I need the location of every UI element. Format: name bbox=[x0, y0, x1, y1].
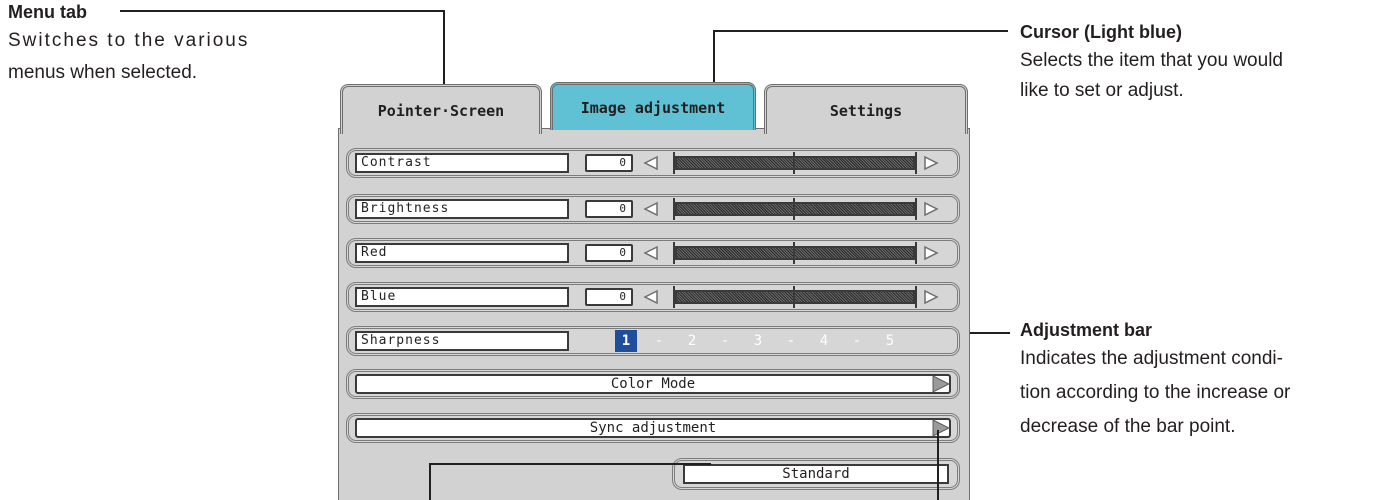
cursor-callout: Cursor (Light blue) Selects the item tha… bbox=[1020, 20, 1380, 104]
menu-tab-callout-line-2: menus when selected. bbox=[8, 62, 198, 83]
adjustment-bar-callout-line-1: Indicates the adjustment condi- bbox=[1020, 348, 1283, 369]
sharpness-separator: - bbox=[654, 333, 664, 349]
brightness-increase-icon[interactable] bbox=[923, 201, 939, 217]
color-mode-label: Color Mode bbox=[610, 376, 696, 392]
contrast-increase-icon[interactable] bbox=[923, 155, 939, 171]
sharpness-row[interactable]: Sharpness 1 - 2 - 3 - 4 - 5 bbox=[346, 326, 960, 356]
contrast-row[interactable]: Contrast 0 bbox=[346, 148, 960, 178]
menu-tab-callout-line-1: Switches to the various bbox=[8, 30, 250, 51]
tab-image-adjustment-label: Image adjustment bbox=[580, 98, 726, 117]
brightness-label: Brightness bbox=[355, 199, 569, 219]
sharpness-option-2[interactable]: 2 bbox=[681, 330, 703, 352]
sharpness-separator: - bbox=[786, 333, 796, 349]
color-mode-row[interactable]: Color Mode bbox=[346, 369, 960, 399]
contrast-label: Contrast bbox=[355, 153, 569, 173]
menu-tab-callout-title: Menu tab bbox=[8, 2, 87, 22]
red-row[interactable]: Red 0 bbox=[346, 238, 960, 268]
brightness-value: 0 bbox=[585, 200, 633, 218]
adjustment-bar-callout-line-3: decrease of the bar point. bbox=[1020, 416, 1236, 437]
blue-value: 0 bbox=[585, 288, 633, 306]
cursor-callout-line-2: like to set or adjust. bbox=[1020, 80, 1184, 101]
blue-decrease-icon[interactable] bbox=[643, 289, 659, 305]
sync-adjustment-label: Sync adjustment bbox=[589, 420, 717, 436]
sharpness-options: 1 - 2 - 3 - 4 - 5 bbox=[615, 330, 901, 352]
menu-tab-callout: Menu tab Switches to the various menus w… bbox=[8, 0, 308, 88]
adjustment-bar-callout-line-2: tion according to the increase or bbox=[1020, 382, 1291, 403]
sharpness-option-1[interactable]: 1 bbox=[615, 330, 637, 352]
blue-row[interactable]: Blue 0 bbox=[346, 282, 960, 312]
color-mode-arrow-icon bbox=[932, 375, 950, 393]
blue-label: Blue bbox=[355, 287, 569, 307]
red-value: 0 bbox=[585, 244, 633, 262]
standard-label: Standard bbox=[683, 464, 949, 484]
red-increase-icon[interactable] bbox=[923, 245, 939, 261]
color-mode-button[interactable]: Color Mode bbox=[355, 374, 951, 394]
tab-settings[interactable]: Settings bbox=[764, 84, 968, 134]
bottom-leader-left-h bbox=[429, 463, 711, 465]
sharpness-separator: - bbox=[720, 333, 730, 349]
tab-image-adjustment[interactable]: Image adjustment bbox=[550, 82, 756, 130]
brightness-decrease-icon[interactable] bbox=[643, 201, 659, 217]
bottom-leader-left-v bbox=[429, 463, 431, 500]
menu-tab-leader-v bbox=[443, 10, 445, 88]
image-adjustment-panel bbox=[338, 128, 970, 500]
bottom-leader-right-v bbox=[937, 430, 939, 500]
tab-pointer-screen-label: Pointer·Screen bbox=[377, 101, 505, 120]
menu-tab-leader-h bbox=[120, 10, 445, 12]
sharpness-option-5[interactable]: 5 bbox=[879, 330, 901, 352]
contrast-value: 0 bbox=[585, 154, 633, 172]
adjustment-bar-callout-title: Adjustment bar bbox=[1020, 320, 1153, 340]
tab-pointer-screen[interactable]: Pointer·Screen bbox=[340, 84, 542, 134]
sync-adjustment-arrow-icon bbox=[932, 419, 950, 437]
contrast-decrease-icon[interactable] bbox=[643, 155, 659, 171]
cursor-callout-title: Cursor (Light blue) bbox=[1020, 22, 1182, 42]
sync-adjustment-row[interactable]: Sync adjustment bbox=[346, 413, 960, 443]
red-label: Red bbox=[355, 243, 569, 263]
blue-increase-icon[interactable] bbox=[923, 289, 939, 305]
sharpness-label: Sharpness bbox=[355, 331, 569, 351]
sharpness-separator: - bbox=[852, 333, 862, 349]
cursor-callout-line-1: Selects the item that you would bbox=[1020, 50, 1283, 71]
sharpness-option-4[interactable]: 4 bbox=[813, 330, 835, 352]
red-decrease-icon[interactable] bbox=[643, 245, 659, 261]
sync-adjustment-button[interactable]: Sync adjustment bbox=[355, 418, 951, 438]
brightness-row[interactable]: Brightness 0 bbox=[346, 194, 960, 224]
adjustment-bar-callout: Adjustment bar Indicates the adjustment … bbox=[1020, 318, 1380, 444]
tab-settings-label: Settings bbox=[829, 101, 903, 120]
contrast-adjustment-bar[interactable] bbox=[673, 152, 917, 174]
menu-tab-strip: Pointer·Screen Image adjustment Settings bbox=[338, 78, 970, 134]
cursor-leader-h bbox=[713, 30, 1008, 32]
standard-button[interactable]: Standard bbox=[672, 458, 960, 490]
red-adjustment-bar[interactable] bbox=[673, 242, 917, 264]
blue-adjustment-bar[interactable] bbox=[673, 286, 917, 308]
sharpness-option-3[interactable]: 3 bbox=[747, 330, 769, 352]
brightness-adjustment-bar[interactable] bbox=[673, 198, 917, 220]
